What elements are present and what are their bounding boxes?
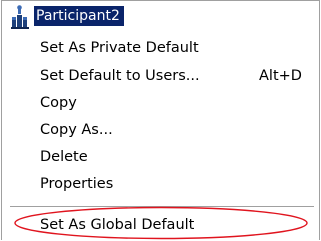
highlight-ellipse-annotation [14, 206, 308, 240]
participant-icon [11, 5, 29, 29]
menu-item-set-default-to-users[interactable]: Set Default to Users... Alt+D [40, 67, 302, 85]
menu-item-label: Set Default to Users... [40, 68, 200, 84]
context-menu: Participant2 Set As Private Default Set … [1, 0, 320, 240]
menu-item-label: Copy As... [40, 122, 113, 138]
menu-item-set-as-private-default[interactable]: Set As Private Default [40, 39, 199, 57]
menu-item-properties[interactable]: Properties [40, 175, 113, 193]
menu-item-label: Set As Private Default [40, 40, 199, 56]
menu-item-label: Delete [40, 149, 88, 165]
menu-item-copy[interactable]: Copy [40, 94, 77, 112]
menu-header: Participant2 [10, 3, 312, 29]
menu-item-label: Properties [40, 176, 114, 192]
menu-item-copy-as[interactable]: Copy As... [40, 121, 113, 139]
annotation-ellipse [14, 206, 308, 240]
menu-item-delete[interactable]: Delete [40, 148, 88, 166]
menu-item-label: Copy [40, 95, 77, 111]
menu-item-shortcut: Alt+D [259, 68, 302, 84]
menu-header-title: Participant2 [34, 6, 124, 26]
